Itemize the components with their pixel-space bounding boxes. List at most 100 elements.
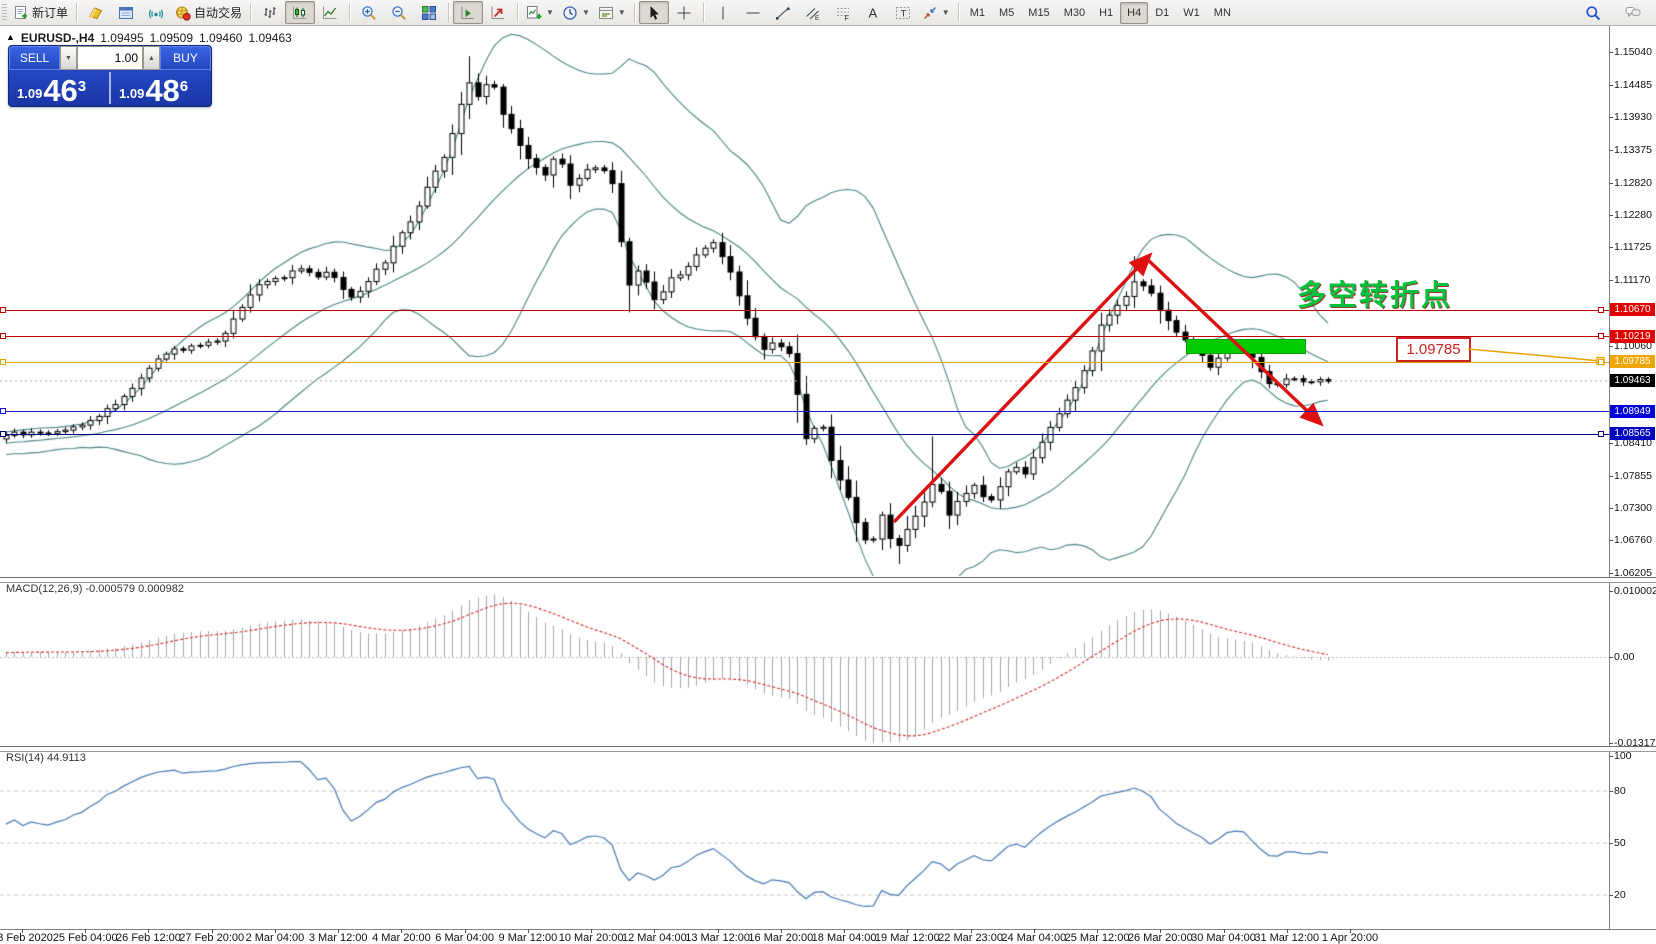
tf-button-M30[interactable]: M30: [1057, 2, 1092, 24]
timeframe-bar: M1M5M15M30H1H4D1W1MN: [963, 2, 1238, 24]
equidistant-channel-icon: E: [805, 5, 821, 21]
arrows-button[interactable]: ▼: [918, 1, 954, 24]
tf-button-M1[interactable]: M1: [963, 2, 992, 24]
time-label: 22 Mar 23:00: [938, 932, 1003, 944]
price-line-handle[interactable]: [0, 431, 6, 437]
volume-input[interactable]: [77, 46, 143, 70]
tf-button-MN[interactable]: MN: [1207, 2, 1238, 24]
price-line[interactable]: [0, 310, 1609, 311]
line-chart-button[interactable]: [315, 1, 345, 24]
time-label: 30 Mar 04:00: [1191, 932, 1256, 944]
trendline-button[interactable]: [768, 1, 798, 24]
time-label: 12 Mar 04:00: [622, 932, 687, 944]
tf-button-D1[interactable]: D1: [1148, 2, 1176, 24]
price-tick-mark: [1609, 117, 1613, 118]
price-tag-annotation[interactable]: 1.09785: [1396, 337, 1471, 362]
rsi-tick-mark: [1609, 756, 1613, 757]
price-tick-mark: [1609, 443, 1613, 444]
channel-button[interactable]: E: [798, 1, 828, 24]
toolbar-grip[interactable]: [2, 4, 7, 22]
current-price-label: 1.09463: [1610, 374, 1655, 387]
price-line-handle[interactable]: [0, 333, 6, 339]
chart-shift-button[interactable]: [483, 1, 513, 24]
text-label-button[interactable]: T: [888, 1, 918, 24]
search-button[interactable]: [1578, 1, 1608, 24]
separator: [76, 3, 77, 22]
one-click-collapse-icon[interactable]: ▲: [6, 32, 15, 45]
price-line[interactable]: [0, 411, 1609, 412]
time-label: 23 Feb 2020: [0, 932, 53, 944]
time-label: 3 Mar 12:00: [309, 932, 368, 944]
time-label: 1 Apr 20:00: [1322, 932, 1378, 944]
green-zone-rectangle[interactable]: [1186, 339, 1306, 354]
zoom-in-button[interactable]: [354, 1, 384, 24]
templates-icon: [598, 5, 614, 21]
search-icon: [1585, 5, 1601, 21]
volume-up-button[interactable]: ▲: [143, 46, 160, 70]
fibonacci-button[interactable]: F: [828, 1, 858, 24]
price-line-handle[interactable]: [1598, 431, 1604, 437]
ohlc-close: 1.09463: [248, 31, 291, 45]
time-label: 31 Mar 12:00: [1254, 932, 1319, 944]
price-tick-label: 1.11170: [1614, 274, 1650, 286]
rsi-tick-label: 80: [1614, 785, 1626, 797]
tf-button-M15[interactable]: M15: [1021, 2, 1056, 24]
cursor-button[interactable]: [639, 1, 669, 24]
indicators-button[interactable]: ▼: [522, 1, 558, 24]
tile-windows-button[interactable]: [414, 1, 444, 24]
turning-point-annotation[interactable]: 多空转折点: [1297, 272, 1452, 314]
price-line-handle[interactable]: [0, 307, 6, 313]
sell-button[interactable]: SELL: [9, 46, 60, 70]
auto-scroll-button[interactable]: [453, 1, 483, 24]
new-order-button[interactable]: 新订单: [9, 1, 72, 24]
autotrading-label: 自动交易: [194, 4, 242, 21]
rsi-tick-label: 100: [1614, 750, 1632, 762]
pane-splitter-macd[interactable]: [0, 577, 1656, 583]
templates-button[interactable]: ▼: [594, 1, 630, 24]
rsi-tick-label: 20: [1614, 889, 1626, 901]
terminal-window: 新订单 自动交易 ▼ ▼ ▼ E F A T ▼: [0, 0, 1656, 944]
price-line-handle[interactable]: [0, 359, 6, 365]
profiles-button[interactable]: [81, 1, 111, 24]
tf-button-H1[interactable]: H1: [1092, 2, 1120, 24]
price-tick-label: 1.15040: [1614, 46, 1652, 58]
autotrading-button[interactable]: 自动交易: [171, 1, 246, 24]
buy-quote[interactable]: 1.09 48 6: [111, 70, 211, 108]
tag-connector-line: [1468, 349, 1601, 361]
sell-quote[interactable]: 1.09 46 3: [9, 70, 109, 108]
volume-down-button[interactable]: ▼: [60, 46, 77, 70]
vertical-line-button[interactable]: [708, 1, 738, 24]
trend-arrow-up[interactable]: [894, 256, 1149, 522]
crosshair-button[interactable]: [669, 1, 699, 24]
price-line-handle[interactable]: [0, 408, 6, 414]
cursor-icon: [646, 5, 662, 21]
text-button[interactable]: A: [858, 1, 888, 24]
price-tick-mark: [1609, 215, 1613, 216]
market-watch-button[interactable]: [111, 1, 141, 24]
market-watch-icon: [118, 5, 134, 21]
trendline-icon: [775, 5, 791, 21]
text-label-icon: T: [895, 5, 911, 21]
price-line[interactable]: [0, 362, 1609, 363]
zoom-out-button[interactable]: [384, 1, 414, 24]
price-line-handle[interactable]: [1598, 333, 1604, 339]
tile-windows-icon: [421, 5, 437, 21]
price-line[interactable]: [0, 336, 1609, 337]
tf-button-H4[interactable]: H4: [1120, 2, 1148, 24]
signals-button[interactable]: [141, 1, 171, 24]
text-icon: A: [865, 5, 881, 21]
tf-button-W1[interactable]: W1: [1176, 2, 1207, 24]
buy-button[interactable]: BUY: [160, 46, 211, 70]
periods-button[interactable]: ▼: [558, 1, 594, 24]
tf-button-M5[interactable]: M5: [992, 2, 1021, 24]
pane-splitter-rsi[interactable]: [0, 746, 1656, 752]
bar-chart-button[interactable]: [255, 1, 285, 24]
price-line-handle[interactable]: [1598, 359, 1604, 365]
price-line-handle[interactable]: [1598, 307, 1604, 313]
price-tick-mark: [1609, 540, 1613, 541]
chat-button[interactable]: [1618, 1, 1648, 24]
price-line[interactable]: [0, 434, 1609, 435]
horizontal-line-button[interactable]: [738, 1, 768, 24]
buy-price-prefix: 1.09: [119, 86, 144, 101]
candlestick-button[interactable]: [285, 1, 315, 24]
